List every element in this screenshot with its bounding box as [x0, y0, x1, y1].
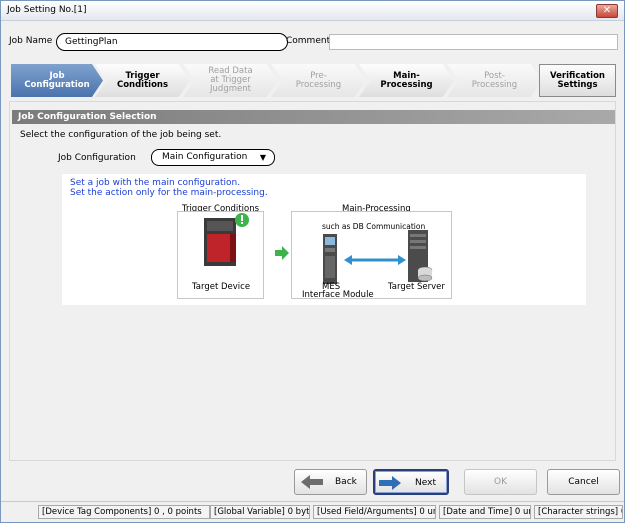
- step-pre-processing: Pre- Processing: [271, 64, 366, 97]
- job-configuration-value: Main Configuration: [162, 152, 248, 162]
- section-header: Job Configuration Selection: [12, 110, 615, 124]
- step-label: Trigger Conditions: [116, 70, 169, 90]
- job-configuration-label: Job Configuration: [58, 153, 136, 163]
- ok-button[interactable]: OK: [464, 469, 537, 495]
- info-line-2: Set the action only for the main-process…: [70, 188, 268, 198]
- step-job-configuration[interactable]: Job Configuration: [11, 64, 103, 97]
- close-button[interactable]: ✕: [596, 4, 618, 18]
- status-date-time: [Date and Time] 0 unit: [439, 505, 531, 519]
- arrow-left-icon: [301, 475, 323, 489]
- step-trigger-conditions[interactable]: Trigger Conditions: [95, 64, 190, 97]
- chevron-down-icon: ▼: [259, 153, 266, 162]
- step-label: Read Data at Trigger Judgment: [208, 66, 253, 94]
- section-description: Select the configuration of the job bein…: [20, 130, 222, 140]
- step-verification-settings[interactable]: Verification Settings: [539, 64, 616, 97]
- status-device-tag: [Device Tag Components] 0 , 0 points: [38, 505, 210, 519]
- server-icon: [408, 230, 433, 282]
- cancel-button[interactable]: Cancel: [547, 469, 620, 495]
- info-line-1: Set a job with the main configuration.: [70, 178, 241, 188]
- job-configuration-select[interactable]: Main Configuration ▼: [151, 149, 275, 166]
- connector-arrow: [344, 255, 406, 265]
- main-panel: Job Configuration Selection Select the c…: [9, 101, 616, 461]
- comment-label: Comment: [286, 36, 331, 46]
- step-read-data: Read Data at Trigger Judgment: [183, 64, 278, 97]
- step-label: Post- Processing: [471, 70, 518, 90]
- title-bar: Job Setting No.[1] ✕: [1, 1, 624, 21]
- step-label: Pre- Processing: [295, 70, 342, 90]
- mes-module-icon: [323, 234, 337, 284]
- main-processing-box: such as DB Communication MES Interface M…: [291, 211, 452, 300]
- step-label: Main- Processing: [380, 70, 433, 90]
- close-icon: ✕: [602, 5, 612, 16]
- target-device-label: Target Device: [192, 282, 251, 292]
- job-name-row: Job Name GettingPlan Comment: [1, 32, 624, 52]
- status-used-field: [Used Field/Arguments] 0 unit: [313, 505, 436, 519]
- step-main-processing[interactable]: Main- Processing: [359, 64, 454, 97]
- button-bar: Back Next OK Cancel: [1, 461, 624, 499]
- arrow-right-icon: [275, 246, 289, 260]
- status-bar: [Device Tag Components] 0 , 0 points [Gl…: [1, 501, 624, 522]
- target-server-label: Target Server: [388, 282, 445, 292]
- cancel-label: Cancel: [568, 477, 599, 487]
- step-label: Job Configuration: [24, 70, 90, 90]
- window-title: Job Setting No.[1]: [7, 5, 87, 15]
- next-button[interactable]: Next: [373, 469, 449, 495]
- trigger-conditions-box: Target Device: [177, 211, 264, 299]
- job-setting-window: Job Setting No.[1] ✕ Job Name GettingPla…: [0, 0, 625, 523]
- back-label: Back: [335, 477, 357, 487]
- job-name-field[interactable]: GettingPlan: [56, 33, 288, 51]
- info-box: Set a job with the main configuration. S…: [62, 174, 586, 305]
- ok-label: OK: [494, 477, 507, 487]
- status-global-variable: [Global Variable] 0 bytes: [210, 505, 310, 519]
- status-character-strings: [Character strings] 0: [534, 505, 623, 519]
- mes-interface-label: Interface Module: [302, 290, 374, 300]
- step-label: Verification Settings: [550, 70, 605, 90]
- comment-field[interactable]: [329, 34, 618, 50]
- step-post-processing: Post- Processing: [447, 64, 542, 97]
- wizard-steps: Job Configuration Trigger Conditions Rea…: [11, 64, 616, 97]
- next-label: Next: [415, 478, 436, 488]
- arrow-right-icon: [379, 476, 401, 490]
- back-button[interactable]: Back: [294, 469, 367, 495]
- job-name-label: Job Name: [9, 36, 53, 46]
